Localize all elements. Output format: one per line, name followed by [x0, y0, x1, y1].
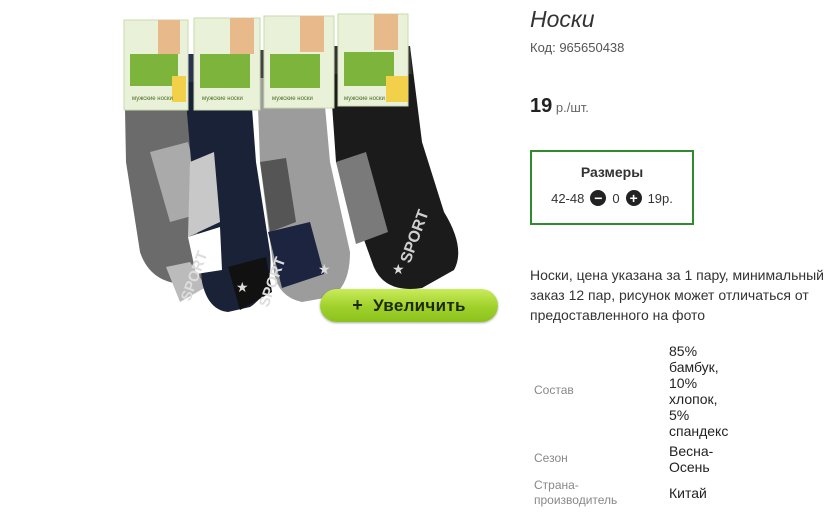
product-description: Носки, цена указана за 1 пару, минимальн… — [530, 267, 824, 323]
zoom-button-label: Увеличить — [373, 295, 466, 315]
card-text: мужские носки — [272, 96, 313, 102]
package-cards: мужские носки мужские носки мужские носк… — [123, 13, 409, 111]
sizes-header: Размеры — [580, 164, 644, 180]
price-value: 19 — [530, 95, 553, 117]
spec-label-composition: Состав — [534, 383, 574, 397]
spec-value-composition: 85% бамбук, 10% хлопок, 5% спандекс — [669, 343, 729, 439]
zoom-button[interactable]: + Увеличить — [320, 289, 498, 322]
product-image[interactable]: ★ ★ SPORT ★ SPORT SPORT мужские носки му… — [110, 12, 470, 317]
svg-text:★: ★ — [318, 261, 331, 277]
sizes-box: Размеры 42-48 − 0 + 19р. — [530, 150, 694, 225]
spec-label-season: Сезон — [534, 451, 568, 465]
product-price: 19 р./шт. — [530, 95, 589, 118]
quantity-value[interactable]: 0 — [612, 191, 619, 206]
spec-value-country: Китай — [669, 485, 707, 501]
product-code: Код: 965650438 — [530, 40, 625, 55]
plus-circle-icon[interactable]: + — [625, 190, 642, 206]
price-unit: р./шт. — [555, 100, 589, 115]
card-text: мужские носки — [132, 96, 173, 102]
plus-icon: + — [352, 295, 364, 315]
size-label: 42-48 — [551, 190, 585, 206]
spec-label-country: Страна-производитель — [534, 478, 618, 507]
card-text: мужские носки — [202, 96, 243, 102]
size-price: 19р. — [647, 190, 673, 206]
svg-text:★: ★ — [236, 279, 249, 295]
minus-icon[interactable]: − — [590, 190, 607, 206]
card-text: мужские носки — [344, 96, 385, 102]
svg-text:★: ★ — [392, 261, 405, 277]
size-row: 42-48 − 0 + 19р. — [532, 190, 692, 206]
product-title: Носки — [530, 6, 595, 32]
socks-illustration: ★ ★ SPORT ★ SPORT SPORT мужские носки му… — [123, 13, 459, 312]
spec-value-season: Весна-Осень — [669, 443, 714, 475]
